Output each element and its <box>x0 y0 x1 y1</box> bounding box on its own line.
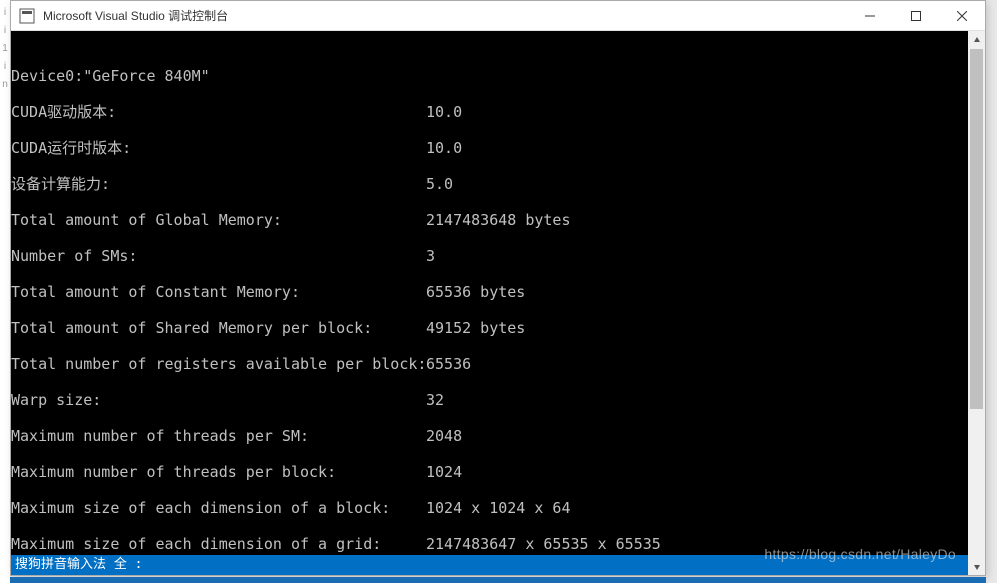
output-value: 5.0 <box>426 175 453 193</box>
output-row: Total amount of Global Memory:2147483648… <box>11 211 968 229</box>
output-label: Warp size: <box>11 391 426 409</box>
output-label: Maximum size of each dimension of a grid… <box>11 535 426 553</box>
output-row: Total amount of Constant Memory:65536 by… <box>11 283 968 301</box>
output-value: 1024 x 1024 x 64 <box>426 499 571 517</box>
window-title: Microsoft Visual Studio 调试控制台 <box>43 7 847 24</box>
output-row: Total number of registers available per … <box>11 355 968 373</box>
watermark: https://blog.csdn.net/HaleyDo <box>764 545 956 563</box>
editor-gutter: ii1in <box>0 0 10 583</box>
output-row: Maximum size of each dimension of a bloc… <box>11 499 968 517</box>
window-controls <box>847 1 985 31</box>
titlebar[interactable]: Microsoft Visual Studio 调试控制台 <box>11 1 985 31</box>
output-label: Total amount of Shared Memory per block: <box>11 319 426 337</box>
console-body: Device0:"GeForce 840M" CUDA驱动版本:10.0 CUD… <box>11 31 985 575</box>
output-value: 2147483648 bytes <box>426 211 571 229</box>
console-window: Microsoft Visual Studio 调试控制台 Device0:"G… <box>10 0 986 576</box>
output-label: Maximum size of each dimension of a bloc… <box>11 499 426 517</box>
output-value: 2048 <box>426 427 462 445</box>
output-value: 49152 bytes <box>426 319 525 337</box>
output-row: CUDA驱动版本:10.0 <box>11 103 968 121</box>
device-line: Device0:"GeForce 840M" <box>11 67 968 85</box>
output-value: 65536 <box>426 355 471 373</box>
output-label: Total amount of Global Memory: <box>11 211 426 229</box>
output-value: 3 <box>426 247 435 265</box>
vs-statusbar-strip <box>10 577 986 583</box>
output-label: Maximum number of threads per block: <box>11 463 426 481</box>
output-value: 1024 <box>426 463 462 481</box>
minimize-button[interactable] <box>847 1 893 31</box>
output-value: 10.0 <box>426 103 462 121</box>
output-label: Number of SMs: <box>11 247 426 265</box>
output-row: Total amount of Shared Memory per block:… <box>11 319 968 337</box>
vertical-scrollbar[interactable] <box>968 31 985 575</box>
scroll-up-button[interactable] <box>968 31 985 48</box>
maximize-button[interactable] <box>893 1 939 31</box>
output-row: Maximum number of threads per block:1024 <box>11 463 968 481</box>
scroll-thumb[interactable] <box>970 49 983 409</box>
output-label: Total amount of Constant Memory: <box>11 283 426 301</box>
console-output[interactable]: Device0:"GeForce 840M" CUDA驱动版本:10.0 CUD… <box>11 31 968 575</box>
output-row: Maximum number of threads per SM:2048 <box>11 427 968 445</box>
output-value: 32 <box>426 391 444 409</box>
output-value: 10.0 <box>426 139 462 157</box>
output-label: CUDA运行时版本: <box>11 139 426 157</box>
output-label: Total number of registers available per … <box>11 355 426 373</box>
output-label: CUDA驱动版本: <box>11 103 426 121</box>
output-label: 设备计算能力: <box>11 175 426 193</box>
output-value: 65536 bytes <box>426 283 525 301</box>
output-value: 2147483647 x 65535 x 65535 <box>426 535 661 553</box>
output-row: CUDA运行时版本:10.0 <box>11 139 968 157</box>
output-row: Warp size:32 <box>11 391 968 409</box>
close-button[interactable] <box>939 1 985 31</box>
app-icon <box>19 8 35 24</box>
output-row: Number of SMs:3 <box>11 247 968 265</box>
output-label: Maximum number of threads per SM: <box>11 427 426 445</box>
output-row: 设备计算能力:5.0 <box>11 175 968 193</box>
scroll-down-button[interactable] <box>968 558 985 575</box>
